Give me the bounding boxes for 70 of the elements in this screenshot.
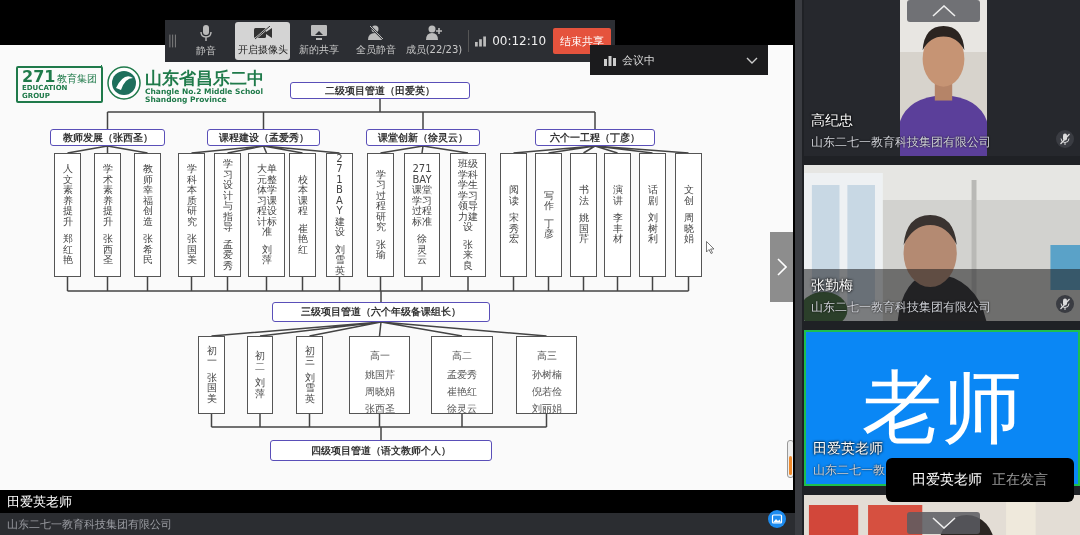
org-chart-person: 郑红艳 bbox=[62, 234, 73, 266]
org-chart-person: 刘丽娟 bbox=[531, 403, 562, 414]
org-chart-person: 徐灵云 bbox=[447, 403, 477, 414]
school-name: 山东省昌乐二中 bbox=[145, 67, 264, 88]
org-chart-node: 六个一工程（丁彦） bbox=[535, 129, 655, 146]
org-chart-topic: 学习设计与指导 bbox=[222, 159, 233, 233]
org-chart-person: 丁彦 bbox=[543, 218, 554, 240]
presenter-name: 田爱英老师 bbox=[7, 492, 72, 511]
speaker-name: 田爱英老师 bbox=[912, 471, 982, 489]
org-chart-topic: 教师幸福创造 bbox=[142, 164, 153, 228]
org-chart-topic: 书法 bbox=[578, 185, 589, 207]
org-chart-person: 张瑜 bbox=[375, 239, 386, 261]
meeting-timer: 00:12:10 bbox=[492, 34, 547, 48]
org-chart-person: 张西圣 bbox=[364, 403, 395, 414]
org-chart-node: 教师发展（张西圣） bbox=[50, 129, 165, 146]
grade-label: 高三 bbox=[536, 349, 557, 363]
org-chart-person: 刘树利 bbox=[647, 213, 658, 245]
org-chart-topic: 校本课程 bbox=[297, 174, 308, 217]
org-chart-person: 张来良 bbox=[463, 239, 473, 271]
speaking-status: 正在发言 bbox=[992, 471, 1048, 489]
org-chart-node: 课程建设（孟爱秀） bbox=[207, 129, 320, 146]
org-chart-person: 周晓娟 bbox=[364, 386, 395, 397]
org-chart-person: 周晓娟 bbox=[683, 213, 694, 245]
org-chart-person: 刘雪英 bbox=[304, 372, 315, 405]
org-chart-person: 刘雪英 bbox=[334, 244, 345, 277]
participant-name: 张勤梅 bbox=[811, 277, 853, 295]
org-chart-person: 孟爱秀 bbox=[222, 239, 233, 271]
org-chart-topic: 大单元整体学习课程设计标准 bbox=[255, 164, 278, 238]
org-chart-person: 姚国芹 bbox=[364, 369, 395, 380]
org-chart-person: 崔艳红 bbox=[447, 386, 477, 397]
org-chart-topic: 271BAY建设 bbox=[334, 153, 345, 238]
org-chart-person: 宋秀宏 bbox=[508, 213, 519, 245]
org-chart-topic: 学术素养提升 bbox=[102, 164, 113, 228]
org-chart-topic: 演讲 bbox=[612, 185, 623, 207]
grade-label: 高二 bbox=[452, 349, 472, 363]
org-chart-person: 张国美 bbox=[186, 234, 197, 266]
org-chart-person: 倪若俭 bbox=[531, 386, 562, 397]
org-chart-person: 张西圣 bbox=[102, 234, 113, 266]
org-chart-person: 张国美 bbox=[206, 372, 217, 405]
org-chart-person: 张希民 bbox=[142, 234, 153, 266]
org-chart-person: 徐灵云 bbox=[417, 234, 427, 266]
org-chart-topic: 话剧 bbox=[647, 185, 658, 207]
org-chart-node: 课堂创新（徐灵云） bbox=[366, 129, 480, 146]
org-chart-person: 刘萍 bbox=[261, 244, 272, 266]
org-chart-topic: 文创 bbox=[683, 185, 694, 207]
org-chart-node: 二级项目管道（田爱英） bbox=[290, 82, 470, 99]
logo-number: 271 bbox=[22, 69, 56, 85]
grade-label: 初一 bbox=[206, 345, 217, 367]
org-chart-node: 四级项目管道（语文教师个人） bbox=[270, 440, 492, 461]
org-chart-person: 刘萍 bbox=[255, 378, 265, 399]
org-chart-topic: 学科本质研究 bbox=[186, 164, 197, 228]
logo-caption: 教育集团 bbox=[57, 74, 98, 84]
org-chart-person: 孙树楠 bbox=[531, 369, 562, 380]
participant-organization: 山东二七一教 bbox=[813, 463, 885, 478]
org-chart-node: 三级项目管道（六个年级备课组长） bbox=[272, 302, 490, 322]
org-chart-topic: 学习过程研究 bbox=[375, 169, 386, 233]
org-chart-topic: 班级学科学生学习领导力建设 bbox=[457, 159, 479, 233]
org-chart-person: 崔艳红 bbox=[297, 223, 308, 256]
org-chart-topic: 阅读 bbox=[508, 185, 519, 207]
org-chart-topic: 人文素养提升 bbox=[62, 164, 73, 228]
org-chart-person: 姚国芹 bbox=[578, 213, 589, 245]
grade-label: 高一 bbox=[369, 349, 390, 363]
grade-label: 初二 bbox=[255, 351, 265, 372]
org-chart-topic: 写作 bbox=[543, 190, 554, 212]
participant-name: 高纪忠 bbox=[811, 112, 853, 130]
org-chart-person: 孟爱秀 bbox=[447, 369, 477, 380]
org-chart-topic: 271BAY课堂学习过程标准 bbox=[411, 164, 433, 228]
grade-label: 初三 bbox=[304, 345, 315, 367]
org-chart-person: 李丰材 bbox=[612, 213, 623, 245]
presenter-organization: 山东二七一教育科技集团有限公司 bbox=[7, 516, 172, 532]
